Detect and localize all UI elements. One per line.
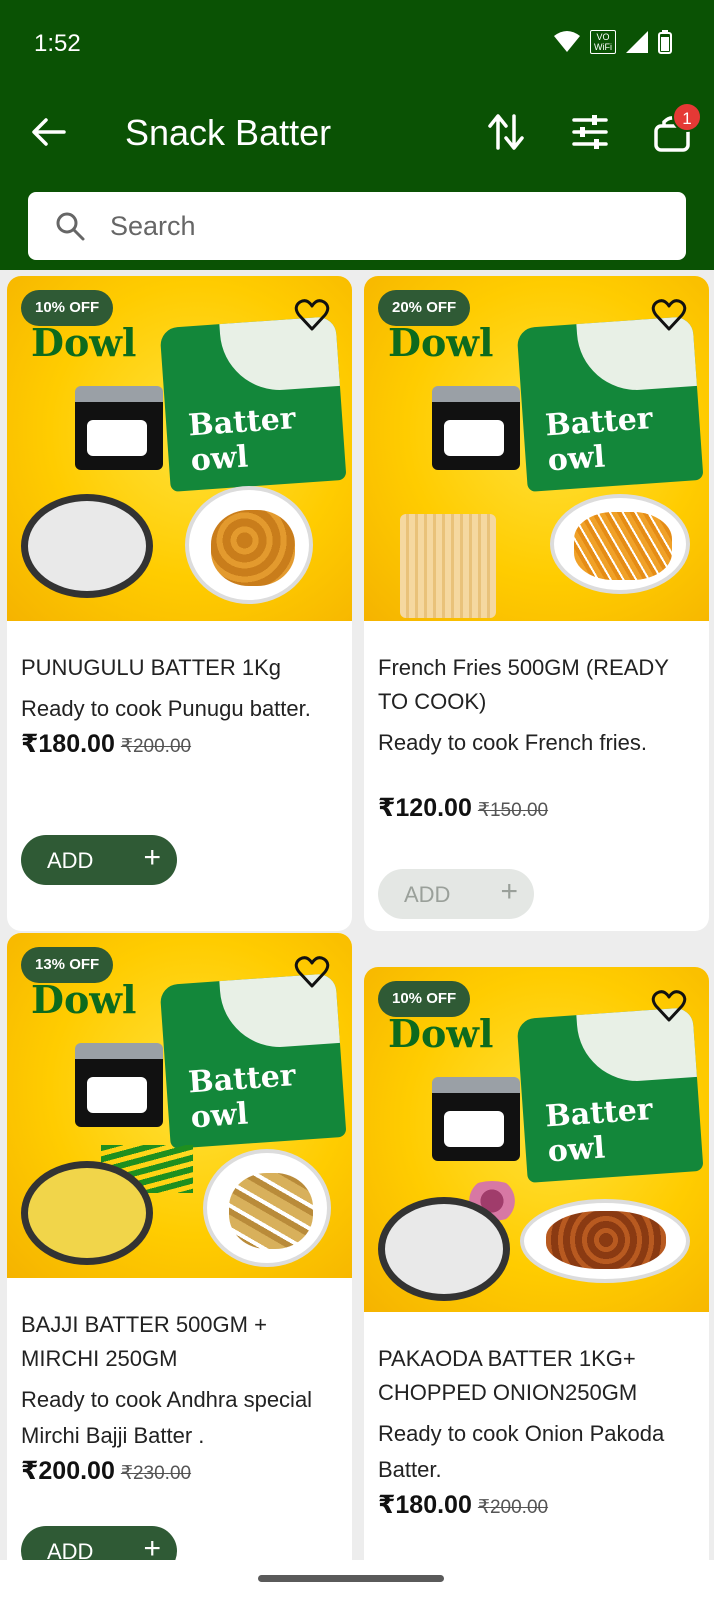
discount-badge: 20% OFF (378, 290, 471, 326)
sale-price: ₹180.00 (21, 730, 115, 758)
add-to-cart-button[interactable]: ADD + (378, 869, 534, 919)
food-plate (550, 494, 690, 594)
battery-icon (658, 30, 672, 54)
search-icon (56, 212, 85, 241)
search-bar[interactable] (28, 192, 686, 260)
wifi-icon (554, 31, 580, 52)
brand-logo: Dowl (388, 320, 494, 365)
plus-icon: + (143, 841, 161, 874)
product-description: Ready to cook Onion Pakoda Batter. (378, 1421, 665, 1482)
product-grid: Dowl Batter owl 10% OFF PUNUGULU BATTER … (0, 270, 714, 1560)
status-icons: VO WiFi (554, 30, 672, 54)
batter-bag: Batter owl (516, 316, 704, 492)
sale-price: ₹120.00 (378, 794, 472, 822)
plus-icon: + (143, 1532, 161, 1561)
batter-bag: Batter owl (159, 316, 347, 492)
product-info: BAJJI BATTER 500GM + MIRCHI 250GM Ready … (7, 1278, 352, 1560)
product-name: PAKAODA BATTER 1KG+ CHOPPED ONION250GM (378, 1346, 638, 1405)
product-description: Ready to cook French fries. (378, 730, 648, 755)
plus-icon: + (500, 875, 518, 908)
home-indicator[interactable] (258, 1575, 444, 1582)
batter-tub (432, 386, 520, 470)
product-image: Dowl Batter owl 10% OFF (364, 967, 709, 1312)
pakoda-food (546, 1211, 666, 1269)
original-price: ₹200.00 (477, 1497, 549, 1518)
sort-icon[interactable] (484, 110, 528, 154)
signal-icon (626, 31, 648, 53)
product-description: Ready to cook Punugu batter. (21, 696, 311, 721)
original-price: ₹230.00 (120, 1463, 192, 1484)
product-card[interactable]: Dowl Batter owl 20% OFF French Fries 500… (364, 276, 709, 931)
product-info: PAKAODA BATTER 1KG+ CHOPPED ONION250GM R… (364, 1312, 709, 1560)
heart-icon[interactable] (651, 298, 687, 332)
product-name: BAJJI BATTER 500GM + MIRCHI 250GM (21, 1312, 267, 1371)
punugulu-food (211, 510, 295, 586)
back-arrow-icon[interactable] (28, 112, 68, 152)
app-header: 1:52 VO WiFi Snack Batter 1 (0, 0, 714, 270)
product-name: French Fries 500GM (READY TO COOK) (378, 655, 669, 714)
discount-badge: 10% OFF (21, 290, 114, 326)
add-to-cart-button[interactable]: ADD + (21, 1526, 177, 1560)
vowifi-icon: VO WiFi (590, 30, 616, 54)
bajji-food (229, 1173, 313, 1249)
batter-bag: Batter owl (159, 973, 347, 1149)
add-label: ADD (47, 848, 94, 873)
add-label: ADD (404, 882, 451, 907)
bag-label: Batter owl (187, 1058, 297, 1136)
discount-badge: 13% OFF (21, 947, 114, 983)
food-plate (203, 1149, 331, 1267)
sale-price: ₹180.00 (378, 1491, 472, 1519)
product-description: Ready to cook Andhra special Mirchi Bajj… (21, 1387, 313, 1448)
brand-logo: Dowl (31, 320, 137, 365)
brand-logo: Dowl (31, 977, 137, 1022)
filter-icon[interactable] (568, 110, 612, 154)
heart-icon[interactable] (294, 955, 330, 989)
brand-logo: Dowl (388, 1011, 494, 1056)
add-to-cart-button[interactable]: ADD + (21, 835, 177, 885)
batter-tub (432, 1077, 520, 1161)
food-plate (520, 1199, 690, 1283)
heart-icon[interactable] (294, 298, 330, 332)
product-card[interactable]: Dowl Batter owl 10% OFF PUNUGULU BATTER … (7, 276, 352, 931)
product-image: Dowl Batter owl 10% OFF (7, 276, 352, 621)
cart-count-badge: 1 (672, 102, 702, 132)
bag-label: Batter owl (544, 401, 654, 479)
app-bar: Snack Batter 1 (0, 98, 714, 170)
product-image: Dowl Batter owl 13% OFF (7, 933, 352, 1278)
search-input[interactable] (110, 202, 660, 250)
fries-food (574, 512, 672, 580)
status-bar: 1:52 VO WiFi (0, 0, 714, 88)
product-card[interactable]: Dowl Batter owl 10% OFF PAKAODA BATTER 1… (364, 967, 709, 1560)
discount-badge: 10% OFF (378, 981, 471, 1017)
bag-label: Batter owl (544, 1092, 654, 1170)
product-price: ₹180.00 ₹200.00 (21, 729, 338, 759)
product-info: French Fries 500GM (READY TO COOK) Ready… (364, 621, 709, 931)
batter-bowl (21, 494, 153, 598)
sale-price: ₹200.00 (21, 1457, 115, 1485)
batter-tub (75, 386, 163, 470)
bag-label: Batter owl (187, 401, 297, 479)
batter-tub (75, 1043, 163, 1127)
status-time: 1:52 (34, 30, 81, 57)
product-name: PUNUGULU BATTER 1Kg (21, 655, 281, 680)
food-plate (185, 486, 313, 604)
add-label: ADD (47, 1539, 94, 1560)
product-price: ₹180.00 ₹200.00 (378, 1490, 695, 1520)
batter-bowl (21, 1161, 153, 1265)
original-price: ₹150.00 (477, 800, 549, 821)
original-price: ₹200.00 (120, 736, 192, 757)
page-title: Snack Batter (125, 112, 332, 153)
fries-jar (400, 514, 496, 618)
batter-bag: Batter owl (516, 1007, 704, 1183)
product-card[interactable]: Dowl Batter owl 13% OFF BAJJI BATTER 500… (7, 933, 352, 1560)
product-info: PUNUGULU BATTER 1Kg Ready to cook Punugu… (7, 621, 352, 931)
product-price: ₹120.00 ₹150.00 (378, 793, 695, 823)
product-price: ₹200.00 ₹230.00 (21, 1456, 338, 1486)
heart-icon[interactable] (651, 989, 687, 1023)
batter-bowl (378, 1197, 510, 1301)
product-image: Dowl Batter owl 20% OFF (364, 276, 709, 621)
